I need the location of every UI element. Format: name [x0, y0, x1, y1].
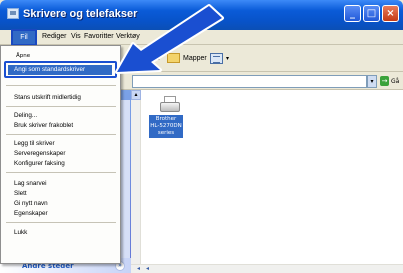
menu-item-pause-printing[interactable]: Stans utskrift midlertidig [14, 94, 81, 101]
menu-separator [6, 106, 116, 107]
search-button-label[interactable]: Søk [147, 55, 159, 62]
address-field[interactable] [132, 75, 367, 88]
menu-tools[interactable]: Verktøy [116, 33, 140, 40]
menu-item-configure-fax[interactable]: Konfigurer faksing [14, 160, 65, 167]
menu-item-close[interactable]: Lukk [14, 229, 27, 236]
printers-folder-icon [7, 8, 19, 19]
maximize-button[interactable]: □ [363, 5, 380, 22]
menu-bar: Fil Rediger Vis Favoritter Verktøy [0, 29, 403, 46]
horizontal-scrollbar[interactable] [131, 264, 403, 273]
menu-item-use-offline[interactable]: Bruk skriver frakoblet [14, 122, 73, 129]
title-bar[interactable]: Skrivere og telefakser _ □ × [0, 0, 403, 30]
menu-separator [6, 172, 116, 173]
printer-label-line-3: series [157, 130, 175, 136]
printer-label-line-1: Brother [155, 116, 177, 122]
menu-item-delete[interactable]: Slett [14, 190, 27, 197]
menu-item-properties[interactable]: Egenskaper [14, 210, 48, 217]
highlight-ring [4, 61, 117, 78]
folders-button-label[interactable]: Mapper [183, 55, 207, 62]
close-button[interactable]: × [382, 5, 399, 22]
minimize-button[interactable]: _ [344, 5, 361, 22]
menu-separator [6, 222, 116, 223]
menu-item-create-shortcut[interactable]: Lag snarvei [14, 180, 47, 187]
menu-item-add-printer[interactable]: Legg til skriver [14, 140, 55, 147]
address-dropdown-icon[interactable]: ▾ [367, 75, 377, 88]
menu-file[interactable]: Fil [11, 29, 37, 46]
printer-label-line-2: HL-5270DN [150, 123, 182, 129]
go-arrow-icon[interactable]: → [380, 76, 389, 86]
menu-view[interactable]: Vis [71, 33, 81, 40]
views-dropdown-icon[interactable]: ▾ [226, 55, 229, 62]
views-icon[interactable] [210, 53, 223, 64]
folders-icon[interactable] [167, 53, 180, 63]
menu-edit[interactable]: Rediger [42, 33, 67, 40]
menu-item-open[interactable]: Åpne [16, 53, 30, 59]
menu-item-rename[interactable]: Gi nytt navn [14, 200, 48, 207]
menu-separator [6, 85, 116, 86]
menu-favorites[interactable]: Favoritter [84, 33, 114, 40]
explorer-window: Skrivere og telefakser _ □ × Fil Rediger… [0, 0, 403, 273]
window-title: Skrivere og telefakser [23, 8, 138, 20]
printer-label[interactable]: Brother HL-5270DN series [149, 115, 183, 138]
menu-item-server-properties[interactable]: Serveregenskaper [14, 150, 65, 157]
vertical-scrollbar[interactable] [131, 90, 141, 264]
printer-icon[interactable] [160, 96, 180, 114]
scroll-up-icon[interactable]: ▴ [131, 90, 141, 100]
menu-separator [6, 134, 116, 135]
menu-item-sharing[interactable]: Deling... [14, 112, 37, 119]
go-button-label[interactable]: Gå [391, 78, 399, 85]
printer-body-shape [160, 102, 180, 112]
scroll-left-icon[interactable]: ◂ [134, 264, 143, 273]
scroll-right-icon[interactable]: ◂ [143, 264, 152, 273]
